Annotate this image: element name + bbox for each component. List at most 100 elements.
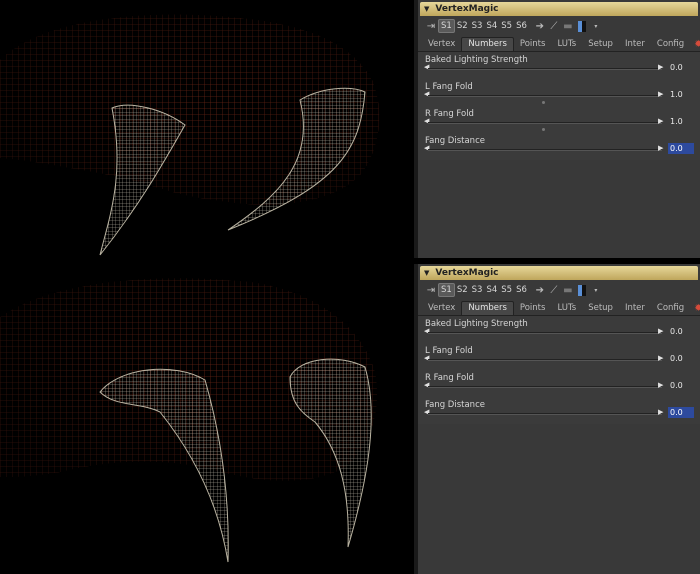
param-slider[interactable] (428, 386, 662, 388)
tab-inter[interactable]: Inter (619, 38, 651, 51)
chevron-down-icon[interactable]: ▾ (589, 283, 603, 297)
param-value-field[interactable]: 0.0 (668, 407, 694, 418)
tab-config[interactable]: Config (651, 302, 690, 315)
param-row: R Fang Fold ◀ ▶ 0.0 (424, 370, 696, 397)
slider-right-arrow-icon[interactable]: ▶ (658, 117, 663, 125)
collapse-triangle-icon[interactable]: ▼ (424, 269, 429, 277)
slot-button-s5[interactable]: S5 (499, 19, 514, 33)
panel-title: VertexMagic (435, 4, 499, 14)
gear-icon[interactable]: ✹ (694, 38, 700, 51)
param-slider[interactable] (428, 68, 662, 70)
param-row: Fang Distance ◀ ▶ 0.0 (424, 397, 696, 424)
panel-tabs: Vertex Numbers Points LUTs Setup Inter Config … (418, 301, 700, 316)
viewport-top[interactable] (0, 0, 414, 262)
param-label: L Fang Fold (425, 82, 473, 92)
param-label: R Fang Fold (425, 373, 474, 383)
slot-button-s1[interactable]: S1 (438, 283, 455, 297)
chevron-down-icon[interactable]: ▾ (589, 19, 603, 33)
color-swatch-icon[interactable] (575, 19, 589, 33)
param-value-field[interactable]: 1.0 (668, 89, 694, 100)
panel-tabs: Vertex Numbers Points LUTs Setup Inter Config … (418, 37, 700, 52)
default-marker (542, 101, 545, 104)
param-row: R Fang Fold ◀ ▶ 1.0 (424, 106, 696, 133)
slider-right-arrow-icon[interactable]: ▶ (658, 408, 663, 416)
param-label: Fang Distance (425, 136, 485, 146)
slider-right-arrow-icon[interactable]: ▶ (658, 90, 663, 98)
tab-inter[interactable]: Inter (619, 302, 651, 315)
slot-button-s6[interactable]: S6 (514, 19, 529, 33)
param-value-field[interactable]: 0.0 (668, 143, 694, 154)
param-slider[interactable] (428, 413, 662, 415)
param-row: Baked Lighting Strength ◀ ▶ 0.0 (424, 316, 696, 343)
vertexmagic-panel-bottom: ▼ VertexMagic ⇥ S1 S2 S3 S4 S5 S6 ➔ ⟋ ▬ ▾ Ver… (418, 264, 700, 574)
slider-right-arrow-icon[interactable]: ▶ (658, 354, 663, 362)
param-label: Baked Lighting Strength (425, 55, 528, 65)
panel-title: VertexMagic (435, 268, 499, 278)
slot-button-s4[interactable]: S4 (484, 19, 499, 33)
param-label: R Fang Fold (425, 109, 474, 119)
param-row: L Fang Fold ◀ ▶ 1.0 (424, 79, 696, 106)
param-slider[interactable] (428, 332, 662, 334)
param-value-field[interactable]: 0.0 (668, 353, 694, 364)
pin-icon[interactable]: ⇥ (424, 283, 438, 297)
slot-button-s2[interactable]: S2 (455, 19, 470, 33)
slider-right-arrow-icon[interactable]: ▶ (658, 144, 663, 152)
param-value-field[interactable]: 0.0 (668, 326, 694, 337)
slot-button-s3[interactable]: S3 (470, 19, 485, 33)
tab-points[interactable]: Points (514, 302, 552, 315)
slot-button-s4[interactable]: S4 (484, 283, 499, 297)
tab-points[interactable]: Points (514, 38, 552, 51)
tab-setup[interactable]: Setup (582, 38, 619, 51)
param-label: L Fang Fold (425, 346, 473, 356)
params-body: Baked Lighting Strength ◀ ▶ 0.0 L Fang F… (418, 52, 700, 160)
panel-toolbar: ⇥ S1 S2 S3 S4 S5 S6 ➔ ⟋ ▬ ▾ (418, 16, 700, 36)
slot-button-s2[interactable]: S2 (455, 283, 470, 297)
params-body: Baked Lighting Strength ◀ ▶ 0.0 L Fang F… (418, 316, 700, 424)
param-value-field[interactable]: 0.0 (668, 62, 694, 73)
param-row: L Fang Fold ◀ ▶ 0.0 (424, 343, 696, 370)
pin-icon[interactable]: ⇥ (424, 19, 438, 33)
viewport-bottom[interactable] (0, 262, 414, 574)
wand-icon[interactable]: ⟋ (547, 19, 561, 33)
slot-button-s6[interactable]: S6 (514, 283, 529, 297)
tab-vertex[interactable]: Vertex (422, 38, 461, 51)
wand-icon[interactable]: ⟋ (547, 283, 561, 297)
param-label: Fang Distance (425, 400, 485, 410)
gear-icon[interactable]: ✹ (694, 302, 700, 315)
param-slider[interactable] (428, 95, 662, 97)
param-row: Fang Distance ◀ ▶ 0.0 (424, 133, 696, 160)
default-marker (542, 128, 545, 131)
comment-icon[interactable]: ▬ (561, 283, 575, 297)
param-value-field[interactable]: 1.0 (668, 116, 694, 127)
tab-config[interactable]: Config (651, 38, 690, 51)
panel-titlebar[interactable]: ▼ VertexMagic (420, 2, 698, 16)
param-row: Baked Lighting Strength ◀ ▶ 0.0 (424, 52, 696, 79)
slot-button-s5[interactable]: S5 (499, 283, 514, 297)
tab-numbers[interactable]: Numbers (461, 37, 514, 51)
collapse-triangle-icon[interactable]: ▼ (424, 5, 429, 13)
param-value-field[interactable]: 0.0 (668, 380, 694, 391)
tab-setup[interactable]: Setup (582, 302, 619, 315)
slot-button-s3[interactable]: S3 (470, 283, 485, 297)
vertexmagic-panel-top: ▼ VertexMagic ⇥ S1 S2 S3 S4 S5 S6 ➔ ⟋ ▬ ▾ Ver… (418, 0, 700, 258)
tab-luts[interactable]: LUTs (551, 302, 582, 315)
slider-right-arrow-icon[interactable]: ▶ (658, 327, 663, 335)
link-icon[interactable]: ➔ (533, 283, 547, 297)
param-slider[interactable] (428, 149, 662, 151)
panel-toolbar: ⇥ S1 S2 S3 S4 S5 S6 ➔ ⟋ ▬ ▾ (418, 280, 700, 300)
param-slider[interactable] (428, 359, 662, 361)
tab-numbers[interactable]: Numbers (461, 301, 514, 315)
link-icon[interactable]: ➔ (533, 19, 547, 33)
param-label: Baked Lighting Strength (425, 319, 528, 329)
slider-right-arrow-icon[interactable]: ▶ (658, 381, 663, 389)
wireframe-render-top (0, 14, 380, 256)
comment-icon[interactable]: ▬ (561, 19, 575, 33)
tab-luts[interactable]: LUTs (551, 38, 582, 51)
tab-vertex[interactable]: Vertex (422, 302, 461, 315)
panel-titlebar[interactable]: ▼ VertexMagic (420, 266, 698, 280)
color-swatch-icon[interactable] (575, 283, 589, 297)
slider-right-arrow-icon[interactable]: ▶ (658, 63, 663, 71)
wireframe-render-bottom (0, 278, 377, 563)
slot-button-s1[interactable]: S1 (438, 19, 455, 33)
param-slider[interactable] (428, 122, 662, 124)
